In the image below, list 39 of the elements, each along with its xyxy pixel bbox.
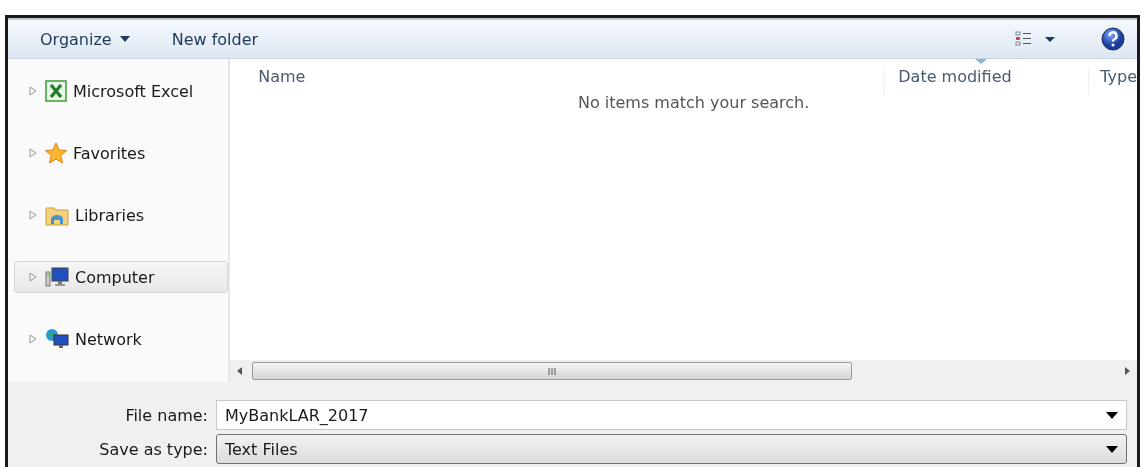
dropdown-arrow-icon[interactable] <box>1106 411 1118 419</box>
sort-arrow-icon <box>975 59 988 64</box>
expand-icon[interactable] <box>29 148 37 158</box>
nav-label: Libraries <box>75 205 145 225</box>
nav-item[interactable]: Network <box>14 323 229 355</box>
help-icon[interactable] <box>1101 27 1125 51</box>
expand-icon[interactable] <box>29 334 37 344</box>
scroll-right-icon[interactable] <box>1123 366 1131 376</box>
horizontal-scrollbar[interactable] <box>230 360 1137 382</box>
computer-icon <box>45 266 69 288</box>
organize-button[interactable]: Organize <box>34 25 136 53</box>
scroll-left-icon[interactable] <box>236 366 245 376</box>
column-header[interactable]: Type <box>1089 67 1137 95</box>
nav-label: Network <box>75 329 142 349</box>
scroll-thumb[interactable] <box>252 362 853 380</box>
nav-label: Favorites <box>73 143 146 163</box>
column-header[interactable]: Name <box>230 67 886 95</box>
spreadsheet-icon <box>45 80 67 102</box>
nav-item[interactable]: Libraries <box>14 199 229 231</box>
expand-icon[interactable] <box>29 272 37 282</box>
empty-message: No items match your search. <box>577 93 810 113</box>
file-name-field[interactable]: MyBankLAR_2017 <box>216 400 1127 430</box>
folder-icon <box>45 204 69 226</box>
field-label: Save as type: <box>98 439 208 459</box>
nav-label: Microsoft Excel <box>73 81 194 101</box>
nav-item[interactable]: Microsoft Excel <box>14 75 229 107</box>
expand-icon[interactable] <box>29 86 37 96</box>
save-as-type-dropdown[interactable]: Text Files <box>216 434 1127 464</box>
new-folder-button[interactable]: New folder <box>165 25 265 53</box>
nav-item[interactable]: Favorites <box>14 137 229 169</box>
star-icon <box>45 142 67 164</box>
caret-icon <box>119 36 130 42</box>
nav-item[interactable]: Computer <box>14 261 229 293</box>
network-icon <box>45 328 69 350</box>
dropdown-arrow-icon[interactable] <box>1106 445 1118 453</box>
column-header[interactable]: Date modified <box>885 67 1090 95</box>
nav-label: Computer <box>75 267 155 287</box>
expand-icon[interactable] <box>29 210 37 220</box>
field-label: File name: <box>124 405 208 425</box>
